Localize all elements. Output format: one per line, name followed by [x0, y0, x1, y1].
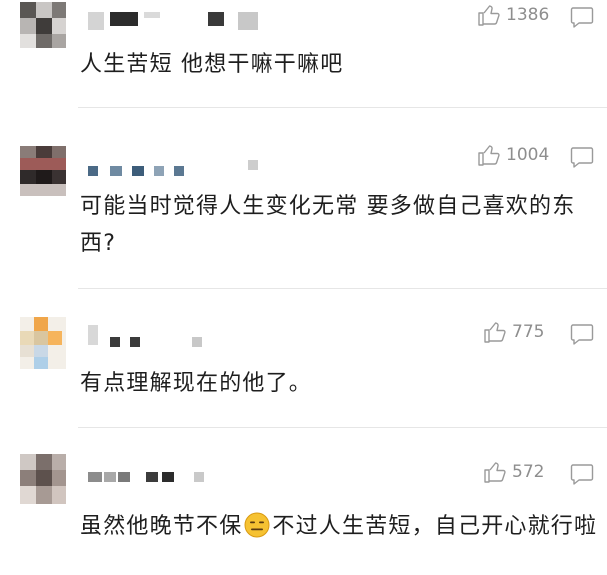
- thumbs-up-icon: [483, 461, 507, 483]
- username-blurred[interactable]: [88, 8, 263, 30]
- reply-button[interactable]: [570, 146, 594, 168]
- comment-bubble-icon: [570, 147, 594, 168]
- comment-text-part: 虽然他晚节不保: [80, 514, 243, 539]
- username-blurred[interactable]: [88, 468, 218, 484]
- thumbs-up-icon: [483, 321, 507, 343]
- avatar[interactable]: [20, 317, 66, 369]
- like-button[interactable]: 572: [483, 461, 544, 483]
- like-count: 775: [512, 322, 545, 342]
- username-blurred[interactable]: [88, 325, 208, 347]
- comment-text-part: 不过人生苦短，自己开心就行啦: [272, 514, 598, 539]
- avatar[interactable]: [20, 454, 66, 504]
- reply-button[interactable]: [570, 323, 594, 345]
- comment-item: 1386 人生苦短 他想干嘛干嘛吧: [0, 0, 607, 107]
- comment-bubble-icon: [570, 7, 594, 28]
- thumbs-up-icon: [477, 4, 501, 26]
- comment-item: 775 有点理解现在的他了。: [0, 289, 607, 427]
- like-count: 1004: [506, 145, 550, 165]
- like-button[interactable]: 1004: [477, 144, 549, 166]
- username-blurred[interactable]: [88, 160, 268, 176]
- comment-text: 可能当时觉得人生变化无常 要多做自己喜欢的东西?: [80, 194, 576, 256]
- like-count: 572: [512, 462, 545, 482]
- comment-text: 人生苦短 他想干嘛干嘛吧: [80, 52, 344, 77]
- comment-item: 1004 可能当时觉得人生变化无常 要多做自己喜欢的东西?: [0, 108, 607, 288]
- comment-item: 572 虽然他晚节不保 不过人生苦短，自己开心就行啦: [0, 428, 607, 575]
- comment-text: 虽然他晚节不保 不过人生苦短，自己开心就行啦: [80, 508, 601, 545]
- avatar[interactable]: [20, 146, 66, 196]
- avatar[interactable]: [20, 2, 66, 48]
- reply-button[interactable]: [570, 6, 594, 28]
- like-button[interactable]: 775: [483, 321, 544, 343]
- comment-bubble-icon: [570, 464, 594, 485]
- like-count: 1386: [506, 5, 550, 25]
- expressionless-face-icon: [244, 512, 270, 538]
- comment-bubble-icon: [570, 324, 594, 345]
- thumbs-up-icon: [477, 144, 501, 166]
- like-button[interactable]: 1386: [477, 4, 549, 26]
- reply-button[interactable]: [570, 463, 594, 485]
- comment-text: 有点理解现在的他了。: [80, 371, 313, 396]
